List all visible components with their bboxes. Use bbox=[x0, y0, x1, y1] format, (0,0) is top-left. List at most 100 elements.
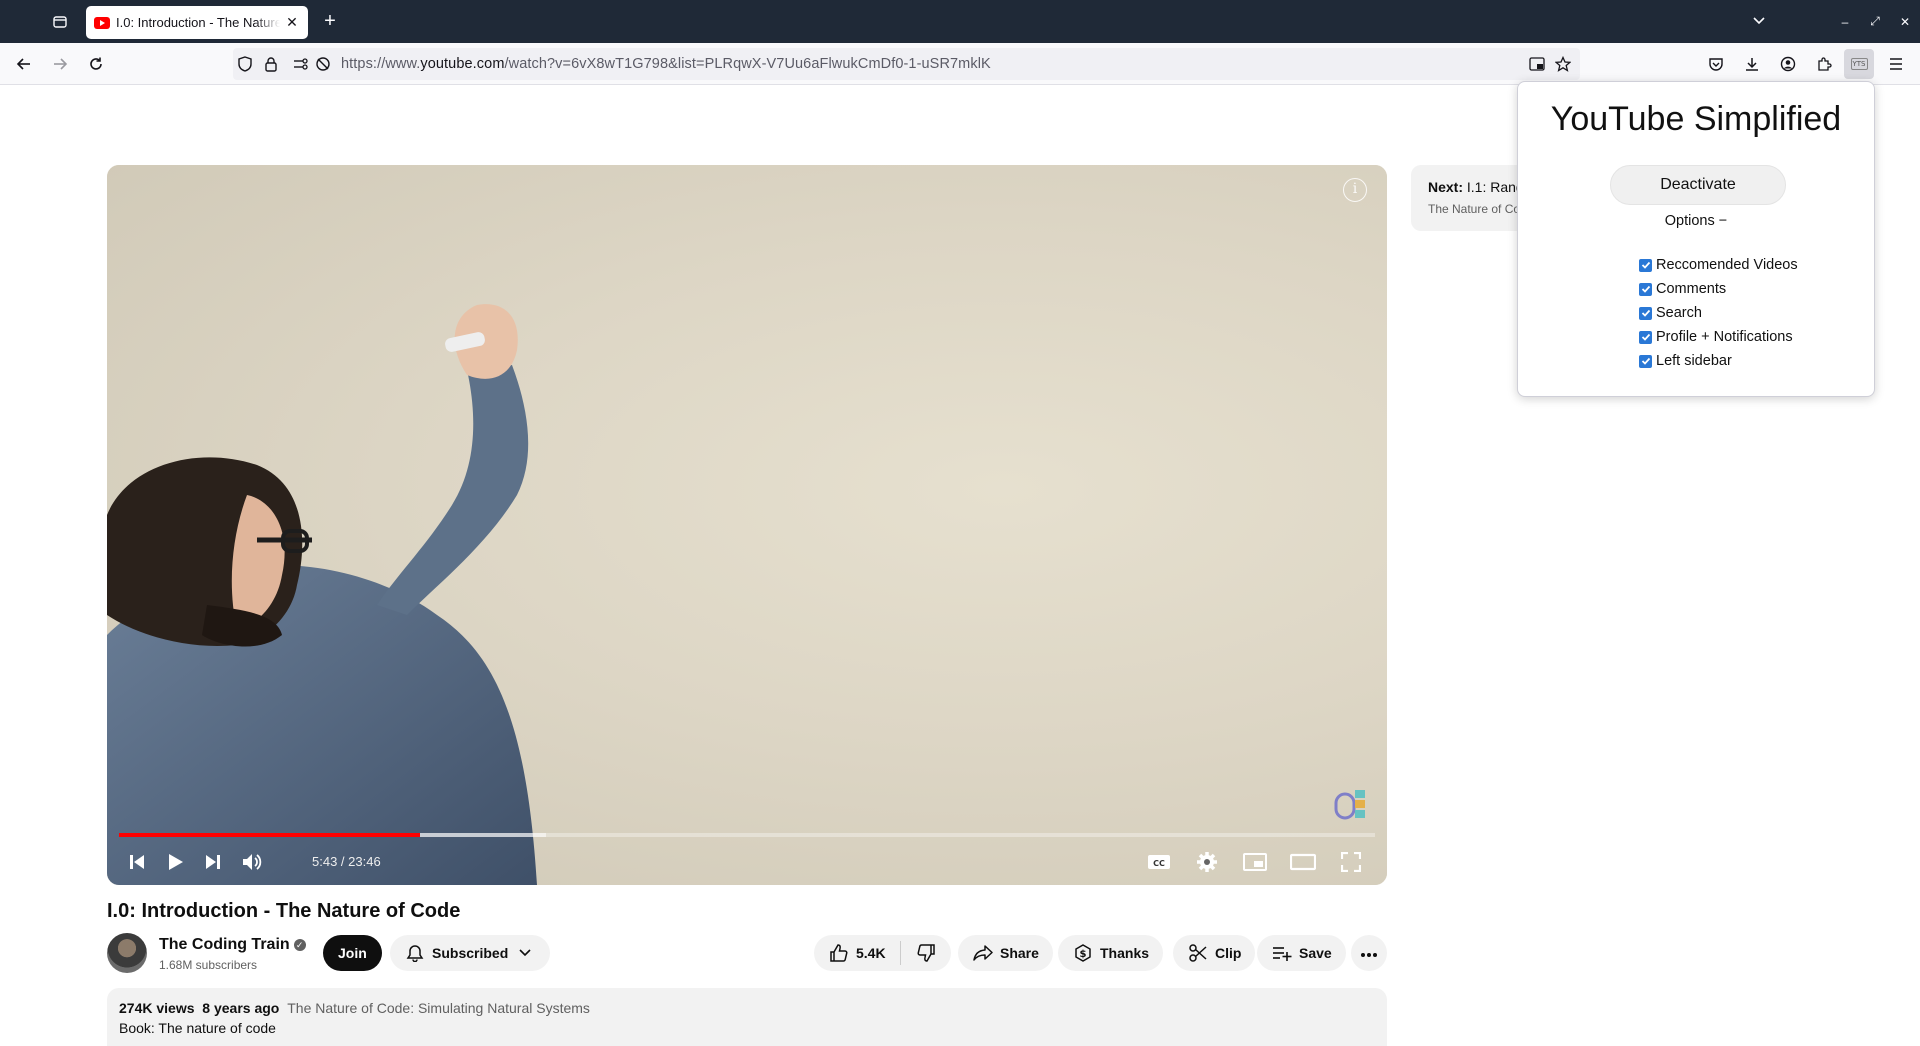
description-text: Book: The nature of code bbox=[119, 1020, 276, 1036]
more-horizontal-icon bbox=[1360, 945, 1378, 961]
checkbox-checked-icon[interactable] bbox=[1639, 306, 1652, 320]
play-icon[interactable] bbox=[160, 847, 190, 877]
captions-icon[interactable]: CC bbox=[1144, 847, 1174, 877]
channel-watermark-icon[interactable] bbox=[1333, 786, 1369, 822]
thanks-dollar-icon: $ bbox=[1072, 942, 1094, 964]
dislike-button[interactable] bbox=[901, 935, 951, 971]
progress-bar[interactable] bbox=[119, 833, 1375, 837]
video-player[interactable]: i 5:43 / 23:46 CC bbox=[107, 165, 1387, 885]
autoplay-blocked-icon[interactable] bbox=[315, 56, 331, 72]
view-count: 274K views bbox=[119, 1000, 195, 1016]
video-presenter-image bbox=[107, 304, 537, 885]
checkbox-checked-icon[interactable] bbox=[1639, 330, 1652, 344]
clip-button[interactable]: Clip bbox=[1173, 935, 1256, 971]
url-host: youtube.com bbox=[420, 56, 505, 72]
permissions-icon[interactable] bbox=[293, 56, 309, 72]
browser-tab-active[interactable]: I.0: Introduction - The Nature of Code ✕ bbox=[86, 6, 308, 39]
chevron-down-icon bbox=[514, 942, 536, 964]
upload-age: 8 years ago bbox=[202, 1000, 280, 1016]
option-left-sidebar[interactable]: Left sidebar bbox=[1639, 352, 1732, 370]
youtube-favicon-icon bbox=[94, 16, 110, 29]
like-count: 5.4K bbox=[856, 945, 886, 961]
option-search[interactable]: Search bbox=[1639, 304, 1702, 322]
youtube-simplified-extension-button[interactable]: YTS bbox=[1844, 49, 1874, 79]
window-controls: – ⤢ ✕ bbox=[1744, 0, 1920, 43]
share-label: Share bbox=[1000, 945, 1039, 961]
thumbs-down-icon bbox=[915, 942, 937, 964]
like-dislike-group: 5.4K bbox=[814, 935, 951, 971]
svg-text:$: $ bbox=[1080, 949, 1087, 960]
theater-mode-icon[interactable] bbox=[1288, 847, 1318, 877]
previous-icon[interactable] bbox=[122, 847, 152, 877]
next-icon[interactable] bbox=[198, 847, 228, 877]
video-title: I.0: Introduction - The Nature of Code bbox=[107, 900, 461, 922]
new-tab-button[interactable]: + bbox=[318, 9, 342, 33]
tab-list-icon[interactable] bbox=[48, 10, 72, 34]
channel-name-text[interactable]: The Coding Train bbox=[159, 936, 290, 953]
fullscreen-icon[interactable] bbox=[1336, 847, 1366, 877]
forward-icon[interactable] bbox=[48, 52, 72, 76]
pocket-icon[interactable] bbox=[1704, 52, 1728, 76]
channel-name[interactable]: The Coding Train ✓ bbox=[159, 936, 306, 954]
up-next-video-title: I.1: Rand bbox=[1466, 179, 1524, 195]
settings-gear-icon[interactable] bbox=[1192, 847, 1222, 877]
join-button[interactable]: Join bbox=[323, 935, 382, 971]
checkbox-checked-icon[interactable] bbox=[1639, 258, 1652, 272]
join-label: Join bbox=[338, 945, 367, 961]
volume-icon[interactable] bbox=[237, 847, 267, 877]
lock-icon[interactable] bbox=[263, 56, 279, 72]
account-icon[interactable] bbox=[1776, 52, 1800, 76]
option-label: Left sidebar bbox=[1656, 353, 1732, 369]
subscriber-count: 1.68M subscribers bbox=[159, 958, 258, 972]
options-toggle[interactable]: Options − bbox=[1518, 213, 1874, 229]
list-all-tabs-icon[interactable] bbox=[1744, 15, 1774, 29]
option-label: Reccomended Videos bbox=[1656, 257, 1798, 273]
description-stats: 274K views 8 years ago The Nature of Cod… bbox=[119, 1000, 1375, 1016]
miniplayer-icon[interactable] bbox=[1240, 847, 1270, 877]
more-actions-button[interactable] bbox=[1351, 935, 1387, 971]
option-profile-notifications[interactable]: Profile + Notifications bbox=[1639, 328, 1793, 346]
extensions-puzzle-icon[interactable] bbox=[1812, 52, 1836, 76]
subscribed-button[interactable]: Subscribed bbox=[390, 935, 551, 971]
option-label: Profile + Notifications bbox=[1656, 329, 1793, 345]
restore-icon[interactable]: ⤢ bbox=[1860, 14, 1890, 29]
yts-badge: YTS bbox=[1850, 58, 1868, 70]
like-button[interactable]: 5.4K bbox=[814, 935, 900, 971]
browser-tab-bar: I.0: Introduction - The Nature of Code ✕… bbox=[0, 0, 1920, 43]
url-text: https://www.youtube.com/watch?v=6vX8wT1G… bbox=[341, 56, 991, 72]
save-button[interactable]: Save bbox=[1257, 935, 1346, 971]
option-comments[interactable]: Comments bbox=[1639, 280, 1726, 298]
description-box[interactable]: 274K views 8 years ago The Nature of Cod… bbox=[107, 988, 1387, 1046]
address-bar[interactable]: https://www.youtube.com/watch?v=6vX8wT1G… bbox=[233, 48, 1580, 80]
tab-close-icon[interactable]: ✕ bbox=[284, 14, 300, 31]
channel-avatar[interactable] bbox=[107, 933, 147, 973]
checkbox-checked-icon[interactable] bbox=[1639, 354, 1652, 368]
app-menu-icon[interactable] bbox=[1884, 52, 1908, 76]
minimize-icon[interactable]: – bbox=[1830, 15, 1860, 29]
shield-icon[interactable] bbox=[237, 56, 253, 72]
checkbox-checked-icon[interactable] bbox=[1639, 282, 1652, 296]
back-icon[interactable] bbox=[12, 52, 36, 76]
url-path: /watch?v=6vX8wT1G798&list=PLRqwX-V7Uu6aF… bbox=[504, 56, 991, 72]
player-controls: 5:43 / 23:46 CC bbox=[107, 839, 1387, 885]
scissors-icon bbox=[1187, 942, 1209, 964]
progress-played bbox=[119, 833, 421, 837]
svg-text:CC: CC bbox=[1153, 859, 1165, 868]
downloads-icon[interactable] bbox=[1740, 52, 1764, 76]
reload-icon[interactable] bbox=[84, 52, 108, 76]
up-next-prefix: Next: bbox=[1428, 179, 1464, 195]
deactivate-button[interactable]: Deactivate bbox=[1610, 165, 1786, 205]
picture-in-picture-icon[interactable] bbox=[1529, 56, 1545, 72]
bell-icon bbox=[404, 942, 426, 964]
thanks-button[interactable]: $ Thanks bbox=[1058, 935, 1164, 971]
close-window-icon[interactable]: ✕ bbox=[1890, 15, 1920, 29]
bookmark-star-icon[interactable] bbox=[1555, 56, 1571, 72]
description-hashtag-link[interactable]: The Nature of Code: Simulating Natural S… bbox=[287, 1000, 590, 1016]
owner-row: The Coding Train ✓ 1.68M subscribers Join… bbox=[107, 933, 1387, 973]
thumbs-up-icon bbox=[828, 942, 850, 964]
option-recommended-videos[interactable]: Reccomended Videos bbox=[1639, 256, 1798, 274]
share-button[interactable]: Share bbox=[958, 935, 1053, 971]
share-arrow-icon bbox=[972, 942, 994, 964]
info-icon[interactable]: i bbox=[1343, 178, 1367, 202]
url-prefix: https://www. bbox=[341, 56, 421, 72]
